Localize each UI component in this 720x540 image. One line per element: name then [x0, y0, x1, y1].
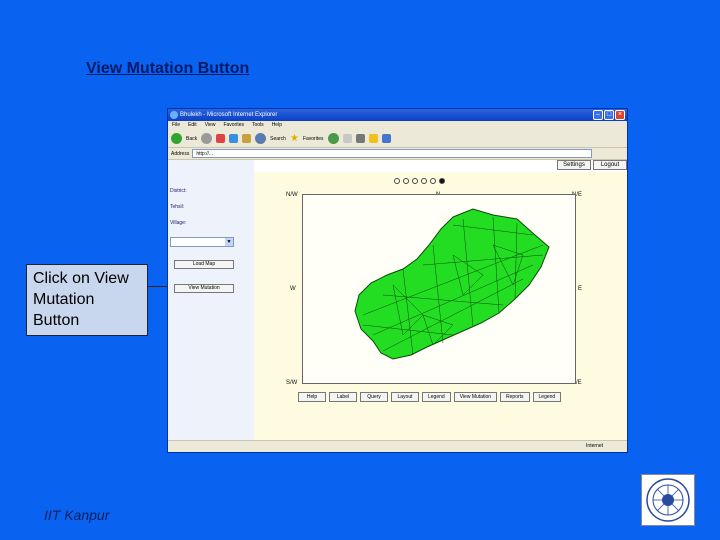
menu-bar: File Edit View Favorites Tools Help	[168, 121, 627, 130]
back-icon[interactable]	[171, 133, 182, 144]
favorites-icon[interactable]: ★	[290, 133, 299, 144]
view-mutation-map-button[interactable]: View Mutation	[453, 392, 498, 402]
forward-icon[interactable]	[201, 133, 213, 144]
tehsil-label: Tehsil:	[170, 204, 185, 210]
compass-sw: S/W	[286, 380, 298, 386]
map-button-bar: Help Label Query Layout Legend View Muta…	[298, 392, 562, 402]
refresh-icon[interactable]	[229, 134, 239, 143]
district-label: District:	[170, 188, 187, 194]
view-mutation-button[interactable]: View Mutation	[174, 284, 234, 293]
identify-radio[interactable]	[421, 178, 427, 184]
compass-e: E	[578, 286, 583, 292]
browser-toolbar: Back Search ★ Favorites	[168, 130, 627, 148]
address-input[interactable]: http://...	[192, 149, 593, 158]
back-button[interactable]: Back	[186, 136, 197, 142]
callout-box: Click on View Mutation Button	[26, 264, 148, 336]
chevron-down-icon[interactable]: ▼	[225, 238, 233, 246]
village-parcel-map	[354, 208, 550, 360]
mail-icon[interactable]	[342, 134, 352, 143]
close-button[interactable]: ×	[615, 110, 625, 120]
messenger-icon[interactable]	[381, 134, 391, 143]
left-panel: District: Tehsil: Village: ▼ Load Map Vi…	[168, 160, 254, 442]
folder-icon[interactable]	[368, 134, 378, 143]
menu-favorites[interactable]: Favorites	[223, 121, 244, 130]
query-button[interactable]: Query	[360, 392, 388, 402]
legend-button-2[interactable]: Legend	[532, 392, 562, 402]
institute-seal	[641, 474, 695, 526]
address-label: Address	[171, 150, 190, 157]
menu-help[interactable]: Help	[272, 121, 282, 130]
compass-w: W	[290, 286, 296, 292]
layout-button[interactable]: Layout	[391, 392, 419, 402]
select-radio[interactable]	[430, 178, 436, 184]
status-bar: Internet	[168, 440, 627, 452]
map-area: N/W N N/E W E S/W S S/E Help Label	[254, 172, 627, 442]
window-title: Bhulekh - Microsoft Internet Explorer	[180, 112, 278, 118]
browser-window: Bhulekh - Microsoft Internet Explorer – …	[167, 108, 628, 453]
seal-emblem-icon	[646, 478, 690, 522]
help-button[interactable]: Help	[298, 392, 326, 402]
address-bar: Address http://...	[168, 148, 627, 160]
home-icon[interactable]	[242, 134, 252, 143]
info-radio[interactable]	[439, 178, 445, 184]
village-label: Village:	[170, 220, 187, 226]
search-icon[interactable]	[255, 133, 267, 144]
menu-tools[interactable]: Tools	[252, 121, 264, 130]
label-button[interactable]: Label	[329, 392, 357, 402]
search-button[interactable]: Search	[270, 136, 286, 142]
map-canvas[interactable]	[302, 194, 576, 384]
minimize-button[interactable]: –	[593, 110, 603, 120]
village-boundary	[354, 208, 550, 360]
slide-title: View Mutation Button	[86, 60, 250, 77]
map-tools	[394, 178, 445, 184]
print-icon[interactable]	[355, 134, 365, 143]
zoom-in-radio[interactable]	[394, 178, 400, 184]
compass-nw: N/W	[286, 192, 298, 198]
stop-icon[interactable]	[216, 134, 226, 143]
header-buttons: Settings Logout	[557, 160, 627, 170]
reports-button[interactable]: Reports	[500, 392, 530, 402]
load-map-button[interactable]: Load Map	[174, 260, 234, 269]
page-content: District: Tehsil: Village: ▼ Load Map Vi…	[168, 160, 627, 442]
favorites-button[interactable]: Favorites	[303, 136, 324, 142]
footer-text: IIT Kanpur	[44, 507, 110, 523]
browser-titlebar: Bhulekh - Microsoft Internet Explorer – …	[168, 109, 627, 121]
history-icon[interactable]	[327, 133, 339, 144]
pan-radio[interactable]	[412, 178, 418, 184]
village-select[interactable]: ▼	[170, 237, 234, 247]
menu-edit[interactable]: Edit	[188, 121, 197, 130]
settings-button[interactable]: Settings	[557, 160, 591, 170]
menu-view[interactable]: View	[205, 121, 216, 130]
logout-button[interactable]: Logout	[593, 160, 627, 170]
legend-button[interactable]: Legend	[422, 392, 451, 402]
internet-zone: Internet	[586, 443, 603, 449]
menu-file[interactable]: File	[172, 121, 180, 130]
zoom-out-radio[interactable]	[403, 178, 409, 184]
ie-icon	[170, 111, 178, 119]
maximize-button[interactable]: □	[604, 110, 614, 120]
